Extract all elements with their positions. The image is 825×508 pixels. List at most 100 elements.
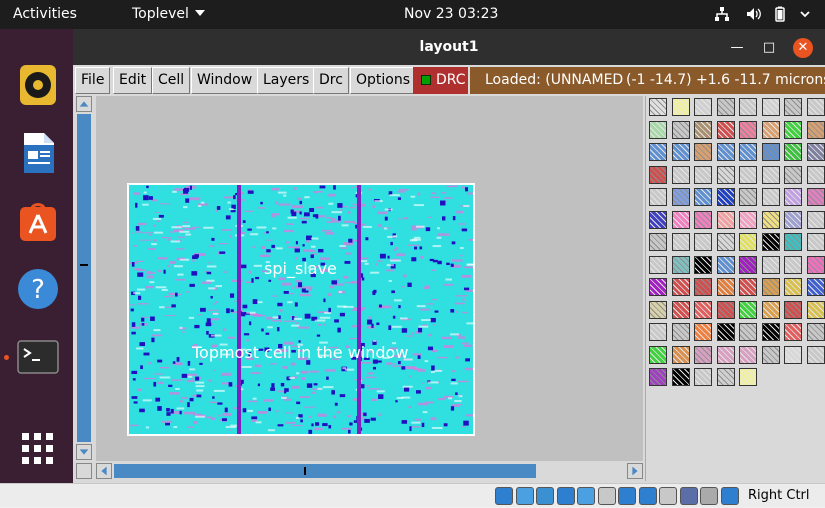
layer-swatch[interactable] [694,210,712,229]
layer-swatch[interactable] [806,120,825,139]
terminal-icon[interactable] [14,333,62,381]
power-menu-icon[interactable] [797,6,813,22]
layer-swatch[interactable] [739,120,757,139]
layer-swatch[interactable] [716,165,735,184]
layer-swatch[interactable] [716,300,735,319]
help-icon[interactable]: ? [14,265,62,313]
zoom-box-icon[interactable] [76,463,92,479]
layer-swatch[interactable] [739,323,757,341]
layer-swatch[interactable] [806,345,825,364]
menu-options[interactable]: Options [350,67,417,94]
layer-swatch[interactable] [694,255,712,274]
layer-swatch[interactable] [716,188,735,206]
layer-swatch[interactable] [739,300,757,319]
show-applications-icon[interactable] [14,425,62,473]
layer-swatch[interactable] [716,345,735,364]
vertical-scroll-thumb[interactable] [77,114,91,442]
layer-swatch[interactable] [806,233,825,251]
layer-swatch[interactable] [784,345,802,364]
layer-swatch[interactable] [761,255,780,274]
usb-icon[interactable] [577,487,595,505]
layer-swatch[interactable] [694,143,712,161]
layer-swatch[interactable] [694,323,712,341]
horizontal-scroll-thumb[interactable] [114,464,536,478]
scroll-up-icon[interactable] [76,96,92,112]
layer-swatch[interactable] [649,345,667,364]
layer-swatch[interactable] [806,165,825,184]
layer-swatch[interactable] [806,278,825,296]
layer-swatch[interactable] [716,278,735,296]
shared-folder-icon[interactable] [597,487,616,505]
layer-swatch[interactable] [784,188,802,206]
layer-swatch[interactable] [649,143,667,161]
layer-swatch[interactable] [671,345,690,364]
layer-swatch[interactable] [806,255,825,274]
layer-swatch[interactable] [761,323,780,341]
layer-swatch[interactable] [716,98,735,116]
layer-swatch[interactable] [784,143,802,161]
layer-swatch[interactable] [649,255,667,274]
layer-swatch[interactable] [784,300,802,319]
layer-swatch[interactable] [649,165,667,184]
layer-swatch[interactable] [671,165,690,184]
layer-swatch[interactable] [761,143,780,161]
layer-swatch[interactable] [649,278,667,296]
layer-swatch[interactable] [671,300,690,319]
layer-swatch[interactable] [716,323,735,341]
activities-button[interactable]: Activities [13,0,77,29]
menu-layers[interactable]: Layers [257,67,316,94]
layer-swatch[interactable] [739,98,757,116]
layer-swatch[interactable] [739,210,757,229]
layer-swatch[interactable] [784,120,802,139]
layer-swatch[interactable] [739,188,757,206]
scroll-right-icon[interactable] [627,463,643,479]
scroll-down-icon[interactable] [76,444,92,460]
drc-toggle-button[interactable]: DRC [413,67,468,94]
layer-swatch[interactable] [671,120,690,139]
layer-swatch[interactable] [671,255,690,274]
layer-swatch[interactable] [694,345,712,364]
window-titlebar[interactable]: layout1 — □ ✕ [73,29,825,65]
layer-swatch[interactable] [649,233,667,251]
layer-swatch[interactable] [694,300,712,319]
rhythmbox-icon[interactable] [14,61,62,109]
maximize-button[interactable]: □ [759,38,779,58]
layout-canvas[interactable]: spi_slave Topmost cell in the window [96,96,643,461]
layer-swatch[interactable] [806,323,825,341]
layer-swatch[interactable] [671,98,690,116]
layer-swatch[interactable] [761,278,780,296]
layer-swatch[interactable] [649,98,667,116]
layer-swatch[interactable] [694,165,712,184]
layer-swatch[interactable] [784,233,802,251]
layer-swatch[interactable] [761,165,780,184]
layer-swatch[interactable] [739,143,757,161]
display-icon[interactable] [618,487,636,505]
vertical-scrollbar[interactable] [76,96,92,461]
cpu-icon[interactable] [679,487,698,505]
layer-swatch[interactable] [671,210,690,229]
network-icon[interactable] [714,6,730,22]
layer-swatch[interactable] [671,188,690,206]
layer-swatch[interactable] [739,165,757,184]
menu-drc[interactable]: Drc [313,67,349,94]
menu-edit[interactable]: Edit [113,67,153,94]
layer-swatch[interactable] [806,98,825,116]
menu-file[interactable]: File [75,67,111,94]
layer-swatch[interactable] [761,188,780,206]
app-menu-button[interactable]: Toplevel [132,0,205,29]
layer-swatch[interactable] [649,120,667,139]
hdd-icon[interactable] [495,487,513,505]
layer-swatch[interactable] [716,368,735,386]
layer-swatch[interactable] [806,300,825,319]
libreoffice-writer-icon[interactable] [14,129,62,177]
layer-swatch[interactable] [784,210,802,229]
layer-swatch[interactable] [694,120,712,139]
cd-icon[interactable] [515,487,534,505]
layer-swatch[interactable] [716,210,735,229]
layer-swatch[interactable] [784,255,802,274]
layer-swatch[interactable] [784,98,802,116]
layer-swatch[interactable] [671,233,690,251]
layer-swatch[interactable] [806,143,825,161]
layer-swatch[interactable] [761,120,780,139]
layer-swatch[interactable] [694,188,712,206]
